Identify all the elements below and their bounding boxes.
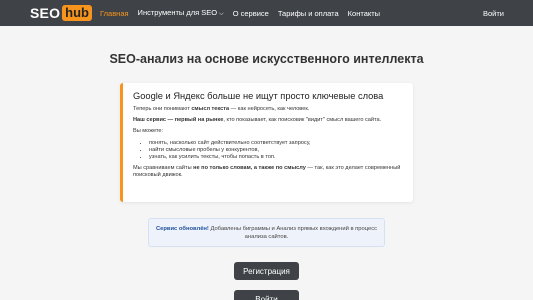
- navbar: SEO hub Главная Инструменты для SEO ⌵ О с…: [0, 0, 533, 26]
- register-button[interactable]: Регистрация: [234, 262, 299, 280]
- nav-item-seo-tools-label: Инструменты для SEO: [137, 8, 218, 17]
- text-span: — как нейросеть, как человек.: [229, 106, 310, 112]
- text-span: Теперь они понимают: [133, 106, 192, 112]
- chevron-down-icon: ⌵: [219, 11, 224, 17]
- nav-item-home[interactable]: Главная: [100, 9, 129, 18]
- card-title: Google и Яндекс больше не ищут просто кл…: [133, 91, 384, 101]
- nav-login-link[interactable]: Войти: [483, 0, 504, 26]
- nav-item-about[interactable]: О сервисе: [233, 9, 269, 18]
- notice-text: Добавлены биграммы и Анализ прямых вхожд…: [208, 226, 378, 240]
- nav-menu: Главная Инструменты для SEO ⌵ О сервисе Т…: [100, 0, 389, 26]
- logo-seo-text: SEO: [30, 4, 61, 21]
- card-paragraph-2: Наш сервис — первый на рынке, кто показы…: [133, 117, 403, 124]
- notice-title: Сервис обновлён!: [155, 226, 209, 232]
- bold-text: смысл текста: [191, 106, 230, 112]
- info-card: Google и Яндекс больше не ищут просто кл…: [120, 83, 413, 202]
- page-title: SEO-анализ на основе искусственного инте…: [109, 52, 424, 66]
- logo-hub-badge: hub: [62, 4, 92, 21]
- card-paragraph-3: Вы можете:: [133, 128, 164, 135]
- nav-item-contacts[interactable]: Контакты: [348, 9, 380, 18]
- bold-text: Наш сервис — первый на рынке: [133, 117, 224, 124]
- bold-text: не по только словам, а также по смыслу: [193, 165, 306, 172]
- benefits-list: понять, насколько сайт действительно соо…: [149, 140, 403, 162]
- nav-item-seo-tools[interactable]: Инструменты для SEO ⌵: [138, 8, 224, 18]
- logo[interactable]: SEO hub: [30, 4, 92, 21]
- login-button[interactable]: Войти: [234, 290, 299, 300]
- card-paragraph-1: Теперь они понимают смысл текста — как н…: [133, 106, 403, 113]
- text-span: Мы сравниваем сайты: [133, 165, 194, 172]
- list-item: найти смысловые пробелы у конкурентов,: [149, 147, 403, 154]
- nav-item-pricing[interactable]: Тарифы и оплата: [278, 9, 339, 18]
- card-paragraph-4: Мы сравниваем сайты не по только словам,…: [133, 165, 403, 179]
- list-item: узнать, как усилить тексты, чтобы попаст…: [149, 154, 403, 161]
- update-notice: Сервис обновлён! Добавлены биграммы и Ан…: [148, 218, 385, 247]
- list-item: понять, насколько сайт действительно соо…: [149, 140, 403, 147]
- text-span: , кто показывает, как поисковик "видит" …: [223, 117, 382, 124]
